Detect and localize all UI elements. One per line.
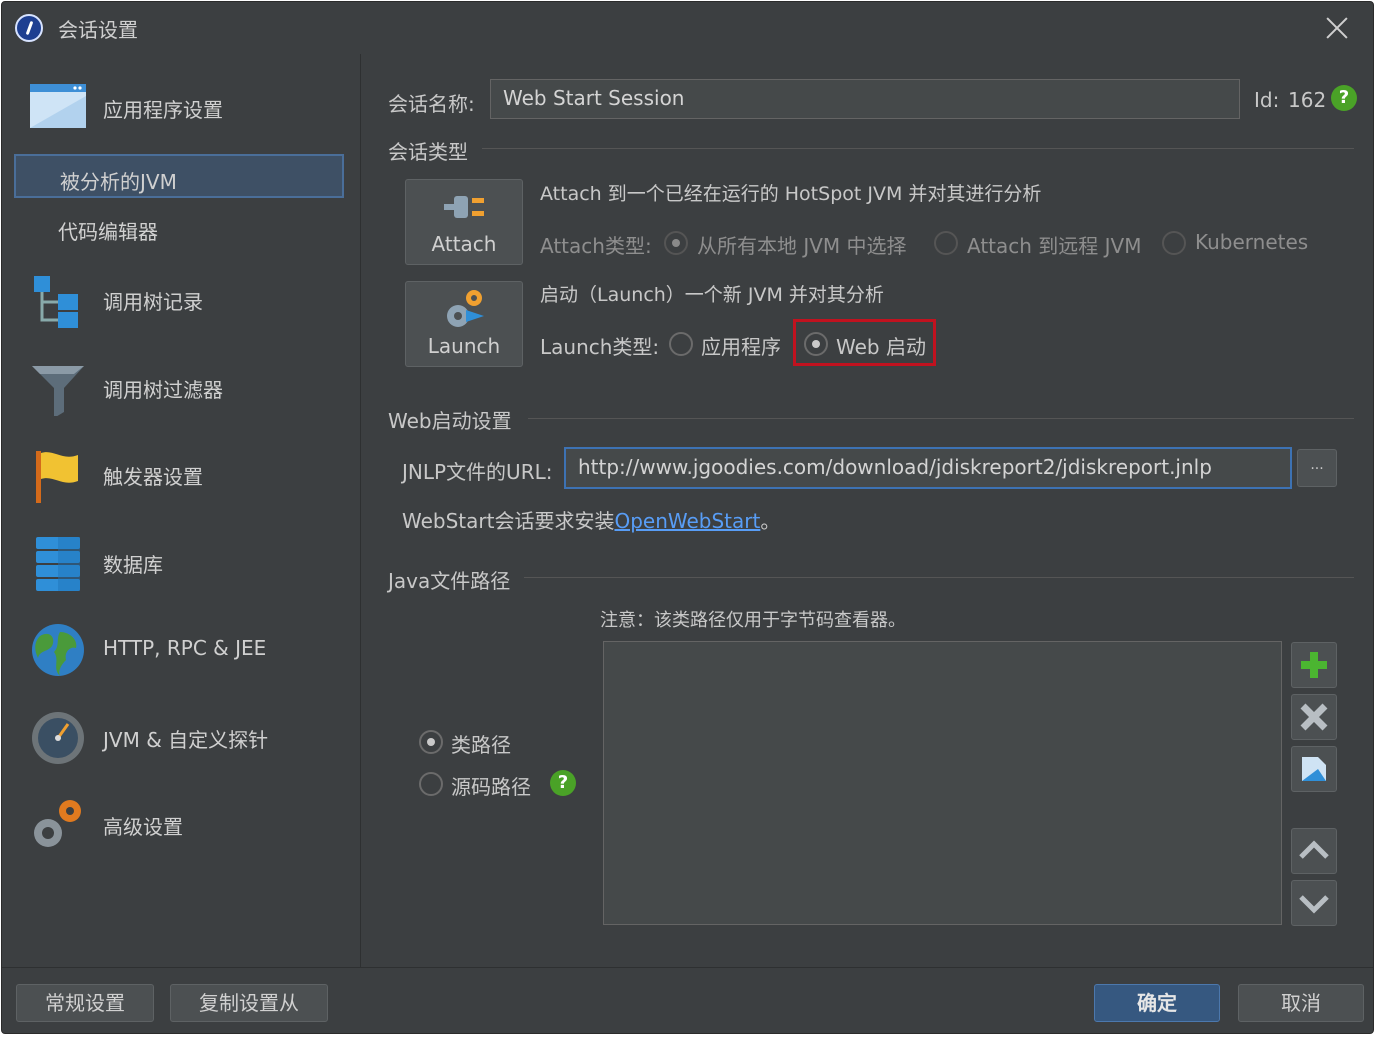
launch-button-label: Launch xyxy=(427,334,501,358)
session-id-value: 162 xyxy=(1288,88,1327,112)
java-path-note: 注意：该类路径仅用于字节码查看器。 xyxy=(600,610,906,631)
window-title: 会话设置 xyxy=(58,18,138,42)
database-icon xyxy=(36,537,80,591)
flag-icon xyxy=(36,451,78,503)
edit-path-button[interactable] xyxy=(1291,746,1337,792)
delete-icon xyxy=(1300,703,1328,731)
sourcepath-radio[interactable] xyxy=(419,772,443,796)
jnlp-url-label: JNLP文件的URL: xyxy=(402,460,553,484)
chevron-up-icon xyxy=(1299,840,1329,859)
sidebar-item-label: 被分析的JVM xyxy=(60,170,177,194)
move-down-button[interactable] xyxy=(1291,880,1337,926)
attach-description: Attach 到一个已经在运行的 HotSpot JVM 并对其进行分析 xyxy=(540,183,1042,205)
globe-icon xyxy=(32,624,84,676)
sidebar-item-code-editor[interactable]: 代码编辑器 xyxy=(14,206,344,250)
launch-button[interactable]: Launch xyxy=(405,281,523,367)
chevron-down-icon xyxy=(1299,895,1329,914)
general-settings-button[interactable]: 常规设置 xyxy=(16,984,154,1022)
help-icon[interactable]: ? xyxy=(1331,85,1357,111)
attach-kubernetes-radio[interactable] xyxy=(1162,231,1186,255)
attach-button-label: Attach xyxy=(431,232,497,256)
section-divider xyxy=(482,148,1354,149)
sidebar-item-trigger-settings[interactable]: 触发器设置 xyxy=(2,435,360,515)
funnel-icon xyxy=(32,366,84,416)
sidebar-item-application-settings[interactable]: 应用程序设置 xyxy=(2,68,360,148)
session-id-label: Id: xyxy=(1254,88,1280,112)
cancel-button[interactable]: 取消 xyxy=(1238,984,1364,1022)
settings-content: 会话名称: Web Start Session Id: 162 ? 会话类型 A… xyxy=(362,54,1375,968)
openwebstart-link[interactable]: OpenWebStart xyxy=(614,509,760,533)
attach-button[interactable]: Attach xyxy=(405,179,523,265)
section-divider xyxy=(524,577,1354,578)
close-icon[interactable] xyxy=(1325,16,1349,40)
note-text: WebStart会话要求安装 xyxy=(402,509,615,533)
sidebar-item-label: 数据库 xyxy=(103,553,163,577)
session-type-heading: 会话类型 xyxy=(388,140,468,164)
call-tree-icon xyxy=(34,276,78,328)
remove-path-button[interactable] xyxy=(1291,694,1337,740)
java-path-heading: Java文件路径 xyxy=(388,569,511,593)
launch-type-label: Launch类型: xyxy=(540,335,660,359)
sidebar-item-jvm-custom-probes[interactable]: JVM & 自定义探针 xyxy=(2,698,360,778)
web-start-heading: Web启动设置 xyxy=(388,409,512,433)
sidebar-item-label: 触发器设置 xyxy=(103,465,203,489)
app-window-icon xyxy=(30,84,86,128)
sidebar-item-label: 调用树记录 xyxy=(103,290,203,314)
copy-settings-button[interactable]: 复制设置从 xyxy=(170,984,328,1022)
session-name-input[interactable]: Web Start Session xyxy=(490,79,1240,119)
title-bar: 会话设置 xyxy=(2,2,1373,54)
footer-divider xyxy=(2,967,1373,968)
sidebar-item-label: 代码编辑器 xyxy=(58,220,158,244)
section-divider xyxy=(528,418,1354,419)
sourcepath-label: 源码路径 xyxy=(451,775,531,799)
sidebar-item-label: 应用程序设置 xyxy=(103,98,223,122)
sidebar-item-advanced-settings[interactable]: 高级设置 xyxy=(2,785,360,865)
attach-remote-radio[interactable] xyxy=(934,231,958,255)
app-logo-icon xyxy=(15,14,43,42)
sidebar: 应用程序设置 被分析的JVM 代码编辑器 调用树记录 调用树过滤器 触发器设置 … xyxy=(2,54,361,968)
sidebar-item-profiled-jvm[interactable]: 被分析的JVM xyxy=(14,154,344,198)
launch-web-start-radio[interactable] xyxy=(804,332,828,356)
plug-icon xyxy=(444,196,484,218)
sidebar-item-call-tree-recording[interactable]: 调用树记录 xyxy=(2,260,360,340)
attach-type-label: Attach类型: xyxy=(540,234,652,258)
gears-icon xyxy=(34,800,81,847)
plus-icon xyxy=(1301,652,1327,678)
sidebar-item-call-tree-filters[interactable]: 调用树过滤器 xyxy=(2,348,360,428)
sidebar-item-databases[interactable]: 数据库 xyxy=(2,523,360,603)
move-up-button[interactable] xyxy=(1291,828,1337,874)
launch-gear-icon xyxy=(447,290,484,327)
launch-description: 启动（Launch）一个新 JVM 并对其分析 xyxy=(540,284,884,306)
gauge-icon xyxy=(32,712,84,764)
java-path-list[interactable] xyxy=(603,641,1282,925)
classpath-label: 类路径 xyxy=(451,733,511,757)
classpath-radio[interactable] xyxy=(419,730,443,754)
note-suffix: 。 xyxy=(760,509,781,533)
attach-remote-label: Attach 到远程 JVM xyxy=(967,234,1142,258)
attach-local-radio[interactable] xyxy=(664,231,688,255)
launch-application-radio[interactable] xyxy=(669,332,693,356)
attach-local-label: 从所有本地 JVM 中选择 xyxy=(697,234,907,258)
browse-url-button[interactable]: ... xyxy=(1297,449,1337,487)
launch-web-start-label: Web 启动 xyxy=(836,335,926,359)
attach-kubernetes-label: Kubernetes xyxy=(1195,230,1309,254)
document-icon xyxy=(1302,757,1326,781)
add-path-button[interactable] xyxy=(1291,642,1337,688)
sidebar-item-label: 高级设置 xyxy=(103,815,183,839)
openwebstart-note: WebStart会话要求安装OpenWebStart。 xyxy=(402,505,780,534)
launch-application-label: 应用程序 xyxy=(701,335,781,359)
sidebar-item-http-rpc-jee[interactable]: HTTP, RPC & JEE xyxy=(2,610,360,690)
session-settings-dialog: 会话设置 应用程序设置 被分析的JVM 代码编辑器 调用树记录 调用树过滤器 触… xyxy=(1,1,1374,1034)
sidebar-item-label: HTTP, RPC & JEE xyxy=(103,636,267,660)
ok-button[interactable]: 确定 xyxy=(1094,984,1220,1022)
sidebar-item-label: JVM & 自定义探针 xyxy=(103,728,269,752)
help-icon[interactable]: ? xyxy=(550,770,576,796)
session-name-label: 会话名称: xyxy=(388,92,475,116)
jnlp-url-input[interactable]: http://www.jgoodies.com/download/jdiskre… xyxy=(564,447,1292,489)
sidebar-item-label: 调用树过滤器 xyxy=(103,378,223,402)
